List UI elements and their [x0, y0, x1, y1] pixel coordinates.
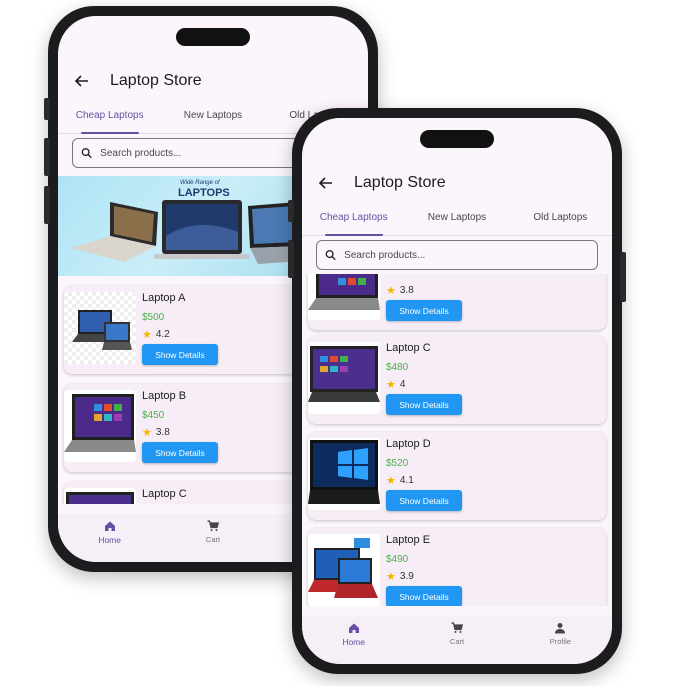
- tab-new-laptops[interactable]: New Laptops: [405, 206, 508, 235]
- product-price: $500: [142, 312, 165, 323]
- show-details-button[interactable]: Show Details: [386, 490, 462, 511]
- product-image: [308, 534, 380, 606]
- tab-new-laptops[interactable]: New Laptops: [161, 104, 264, 133]
- home-icon: [104, 521, 115, 531]
- tab-cheap-laptops[interactable]: Cheap Laptops: [302, 206, 405, 235]
- product-card-c[interactable]: Laptop C $480 ★ 4 Show Details: [308, 336, 606, 424]
- product-rating: ★ 4: [386, 378, 405, 391]
- front-phone-screen: Laptop Store Cheap Laptops New Laptops O…: [302, 118, 612, 664]
- product-card-b[interactable]: ★ 3.8 Show Details: [308, 274, 606, 330]
- star-icon: ★: [142, 427, 152, 439]
- rating-value: 4.1: [399, 475, 414, 486]
- show-details-button[interactable]: Show Details: [386, 586, 462, 606]
- cart-icon: [207, 520, 219, 531]
- page-title: Laptop Store: [110, 72, 202, 89]
- show-details-button[interactable]: Show Details: [386, 394, 462, 415]
- product-rating: ★ 4.1: [386, 474, 414, 487]
- product-image: [64, 292, 136, 364]
- app-bar: Laptop Store: [302, 160, 612, 206]
- dynamic-island: [176, 28, 250, 46]
- category-tabs: Cheap Laptops New Laptops Old Laptops: [302, 206, 612, 236]
- home-icon: [348, 623, 359, 633]
- nav-home[interactable]: Home: [58, 514, 161, 562]
- product-rating: ★ 3.8: [142, 426, 170, 439]
- page-title: Laptop Store: [354, 174, 446, 191]
- cart-icon: [451, 622, 463, 633]
- product-list: ★ 3.8 Show Details Laptop C $480 ★ 4 Show …: [302, 274, 612, 606]
- rating-value: 3.9: [399, 571, 414, 582]
- nav-label: Profile: [549, 637, 571, 646]
- search-input[interactable]: [344, 249, 597, 261]
- search-box[interactable]: [316, 240, 598, 270]
- app-bar: Laptop Store: [58, 58, 368, 104]
- product-name: Laptop D: [386, 438, 431, 450]
- show-details-button[interactable]: Show Details: [386, 300, 462, 321]
- show-details-button[interactable]: Show Details: [142, 442, 218, 463]
- product-rating: ★ 3.8: [386, 284, 414, 297]
- product-image: [308, 342, 380, 414]
- star-icon: ★: [142, 329, 152, 341]
- product-name: Laptop E: [386, 534, 431, 546]
- star-icon: ★: [386, 379, 396, 391]
- nav-label: Cart: [449, 637, 465, 646]
- product-price: $480: [386, 362, 409, 373]
- product-price: $520: [386, 458, 409, 469]
- star-icon: ★: [386, 571, 396, 583]
- product-card-e[interactable]: Laptop E $490 ★ 3.9 Show Details: [308, 528, 606, 606]
- product-image: [308, 438, 380, 510]
- bottom-navigation: Home Cart Profile: [302, 616, 612, 664]
- product-price: $490: [386, 554, 409, 565]
- tab-old-laptops[interactable]: Old Laptops: [509, 206, 612, 235]
- rating-value: 3.8: [399, 285, 414, 296]
- rating-value: 4.2: [155, 329, 170, 340]
- front-phone-frame: Laptop Store Cheap Laptops New Laptops O…: [288, 108, 626, 674]
- back-arrow-icon[interactable]: [74, 73, 90, 89]
- nav-cart[interactable]: Cart: [161, 514, 264, 562]
- product-rating: ★ 3.9: [386, 570, 414, 583]
- product-rating: ★ 4.2: [142, 328, 170, 341]
- rating-value: 3.8: [155, 427, 170, 438]
- product-image: [308, 274, 380, 320]
- nav-label: Home: [98, 535, 121, 545]
- dynamic-island: [420, 130, 494, 148]
- nav-label: Home: [342, 637, 365, 647]
- search-icon: [81, 148, 92, 159]
- person-icon: [555, 623, 566, 634]
- nav-profile[interactable]: Profile: [509, 616, 612, 664]
- nav-label: Cart: [205, 535, 221, 544]
- search-icon: [325, 250, 336, 261]
- product-name: Laptop C: [142, 488, 187, 500]
- product-price: $450: [142, 410, 165, 421]
- tab-cheap-laptops[interactable]: Cheap Laptops: [58, 104, 161, 133]
- product-image: [64, 390, 136, 462]
- product-image: [64, 488, 136, 504]
- nav-cart[interactable]: Cart: [405, 616, 508, 664]
- nav-home[interactable]: Home: [302, 616, 405, 664]
- product-name: Laptop B: [142, 390, 187, 402]
- product-card-d[interactable]: Laptop D $520 ★ 4.1 Show Details: [308, 432, 606, 520]
- show-details-button[interactable]: Show Details: [142, 344, 218, 365]
- product-name: Laptop A: [142, 292, 186, 304]
- star-icon: ★: [386, 475, 396, 487]
- rating-value: 4: [399, 379, 406, 390]
- star-icon: ★: [386, 285, 396, 297]
- product-name: Laptop C: [386, 342, 431, 354]
- back-arrow-icon[interactable]: [318, 175, 334, 191]
